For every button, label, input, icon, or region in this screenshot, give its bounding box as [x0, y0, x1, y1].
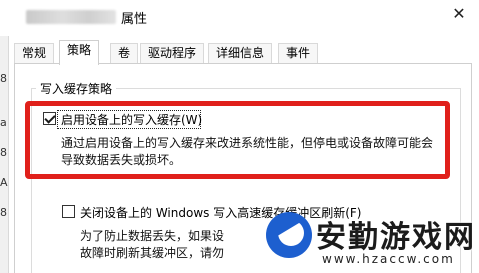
disable-buffer-flush-checkbox[interactable] — [62, 205, 75, 218]
watermark-url: www.hzaccw.com — [322, 252, 455, 266]
bg-strip-text: 8 — [0, 146, 7, 159]
tab-bar: 常规 策略 卷 驱动程序 详细信息 事件 — [14, 40, 474, 65]
highlight-annotation — [25, 101, 450, 179]
window-title: 属性 — [121, 12, 148, 27]
disable-buffer-flush-description-2: 故障时刷新其缓冲区，请勿 — [80, 246, 225, 260]
bg-strip-text: a — [0, 116, 7, 129]
disable-buffer-flush-description-1: 为了防止数据丢失，如果设 — [80, 229, 225, 243]
tab-events[interactable]: 事件 — [278, 43, 319, 64]
tab-policies[interactable]: 策略 — [59, 40, 100, 65]
bg-strip-text: A — [0, 176, 8, 189]
group-title: 写入缓存策略 — [36, 80, 117, 97]
title-bar: 属性 ✕ — [0, 0, 479, 36]
tab-driver[interactable]: 驱动程序 — [140, 43, 205, 64]
close-button[interactable]: ✕ — [448, 3, 470, 25]
watermark-text: 安勤游戏网 — [316, 220, 476, 255]
tab-general[interactable]: 常规 — [14, 43, 55, 64]
bg-strip-text: 8 — [0, 72, 7, 85]
blurred-device-name — [26, 10, 116, 24]
watermark-logo-icon — [266, 212, 312, 258]
tab-volumes[interactable]: 卷 — [110, 43, 139, 64]
tab-details[interactable]: 详细信息 — [208, 43, 273, 64]
watermark: 安勤游戏网 www.hzaccw.com — [266, 210, 479, 273]
background-window-strip: 8 a 8 A 8 — [0, 36, 9, 273]
bg-strip-text: 8 — [0, 206, 7, 219]
